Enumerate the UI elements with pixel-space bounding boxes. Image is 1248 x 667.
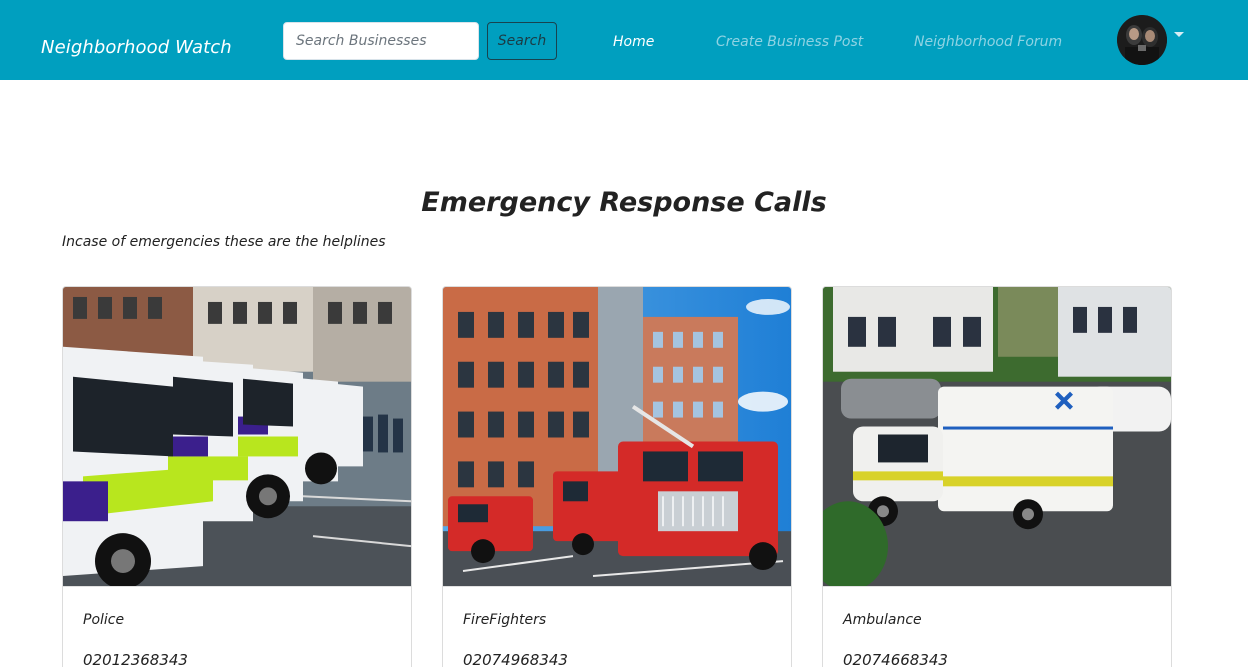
card-title: FireFighters [463, 612, 547, 628]
avatar-photo [1117, 15, 1167, 65]
card-phone-number[interactable]: 02074968343 [463, 651, 568, 667]
page-title: Emergency Response Calls [421, 187, 827, 218]
card-title: Police [83, 612, 125, 628]
search-button[interactable]: Search [487, 22, 557, 60]
emergency-card-ambulance: Ambulance 02074668343 [822, 286, 1172, 667]
chevron-down-icon[interactable] [1174, 32, 1184, 37]
emergency-card-police: Police 02012368343 [62, 286, 412, 667]
user-avatar[interactable] [1117, 15, 1167, 65]
nav-link-create-business-post[interactable]: Create Business Post [716, 34, 863, 50]
card-title: Ambulance [843, 612, 922, 628]
navbar: Neighborhood Watch Search Home Create Bu… [0, 0, 1248, 80]
ambulance-image [823, 287, 1171, 587]
emergency-card-firefighters: FireFighters 02074968343 [442, 286, 792, 667]
nav-link-home[interactable]: Home [613, 34, 654, 50]
card-phone-number[interactable]: 02012368343 [83, 651, 188, 667]
search-input[interactable] [283, 22, 479, 60]
fire-trucks-image [443, 287, 791, 587]
page-subtitle: Incase of emergencies these are the help… [62, 234, 386, 250]
nav-link-neighborhood-forum[interactable]: Neighborhood Forum [914, 34, 1062, 50]
police-vans-image [63, 287, 411, 587]
brand-logo[interactable]: Neighborhood Watch [41, 37, 232, 58]
card-phone-number[interactable]: 02074668343 [843, 651, 948, 667]
